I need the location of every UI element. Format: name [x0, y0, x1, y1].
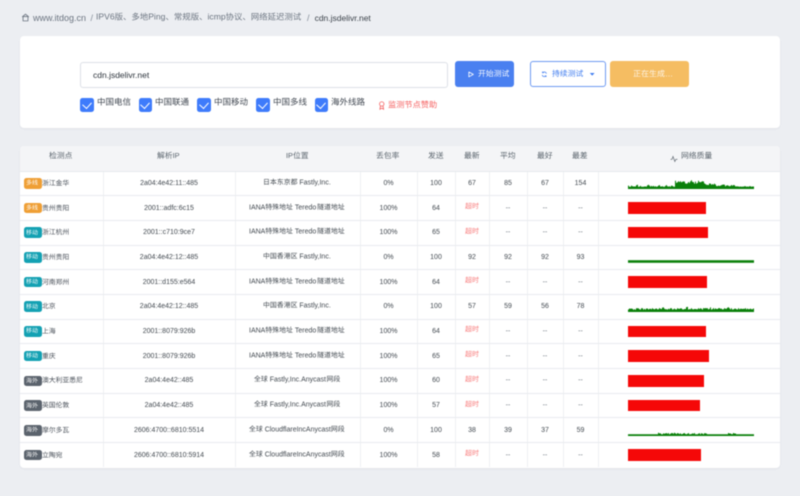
svg-text:Teredo: Teredo — [295, 327, 317, 334]
svg-text:Fastly,Inc.: Fastly,Inc. — [299, 179, 330, 186]
svg-text:Fastly,Inc.: Fastly,Inc. — [299, 303, 330, 310]
svg-text:IP: IP — [173, 151, 180, 160]
svg-text:Fastly,Inc.: Fastly,Inc. — [299, 253, 330, 260]
svg-text:Teredo: Teredo — [295, 229, 317, 236]
svg-text:Teredo: Teredo — [295, 278, 317, 285]
svg-text:CloudflareIncAnycast: CloudflareIncAnycast — [265, 426, 331, 433]
svg-text:IANA: IANA — [249, 229, 266, 236]
svg-text:Ping: Ping — [148, 12, 165, 22]
svg-text:IANA: IANA — [249, 327, 266, 334]
svg-text:icmp: icmp — [208, 12, 226, 22]
svg-text:Fastly,Inc.Anycast: Fastly,Inc.Anycast — [269, 401, 325, 408]
svg-text:Fastly,Inc.Anycast: Fastly,Inc.Anycast — [269, 377, 325, 384]
svg-text:IANA: IANA — [249, 278, 266, 285]
svg-text:IANA: IANA — [249, 352, 266, 359]
svg-text:Teredo: Teredo — [295, 352, 317, 359]
svg-text:IP: IP — [286, 151, 293, 160]
svg-text:…: … — [665, 69, 673, 78]
svg-text:IANA: IANA — [249, 204, 266, 211]
svg-text:IPV6: IPV6 — [96, 12, 115, 22]
svg-text:Teredo: Teredo — [295, 204, 317, 211]
svg-text:CloudflareIncAnycast: CloudflareIncAnycast — [265, 451, 331, 458]
